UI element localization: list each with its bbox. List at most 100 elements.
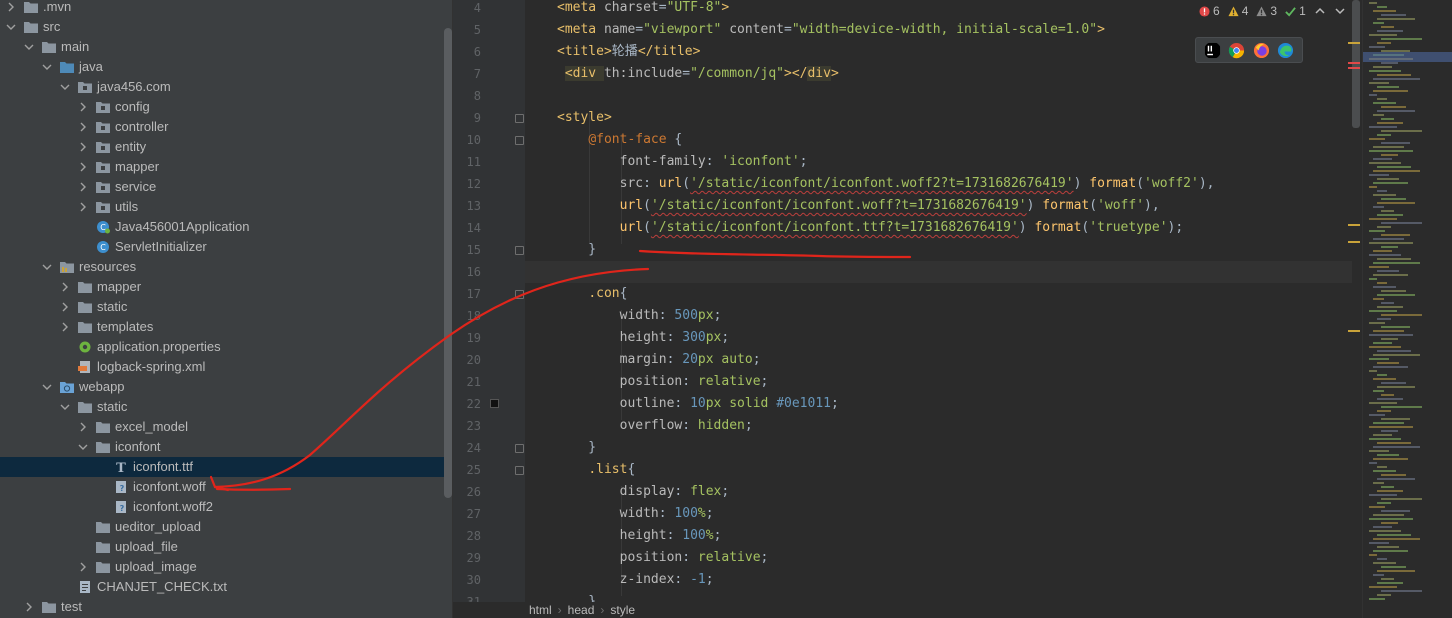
breadcrumb-item-style[interactable]: style (610, 603, 635, 617)
chrome-icon[interactable] (1228, 42, 1245, 59)
firefox-icon[interactable] (1253, 42, 1270, 59)
code-line[interactable]: .list{ (557, 459, 635, 481)
tree-item[interactable]: logback-spring.xml (0, 357, 445, 377)
chevron-right-icon[interactable] (78, 162, 88, 172)
tree-item[interactable]: java456.com (0, 77, 445, 97)
edge-icon[interactable] (1277, 42, 1294, 59)
tree-item[interactable]: config (0, 97, 445, 117)
stripe-marker[interactable] (1348, 62, 1360, 64)
tree-item[interactable]: ? iconfont.woff (0, 477, 445, 497)
tree-item[interactable]: Ticonfont.ttf (0, 457, 445, 477)
stripe-marker[interactable] (1348, 330, 1360, 332)
tree-item[interactable]: static (0, 297, 445, 317)
code-line[interactable]: url('/static/iconfont/iconfont.woff?t=17… (557, 195, 1160, 217)
code-line[interactable]: <style> (557, 107, 612, 129)
chevron-down-icon[interactable] (60, 402, 70, 412)
chevron-down-icon[interactable] (60, 82, 70, 92)
error-count[interactable]: 6 (1199, 4, 1220, 18)
code-line[interactable]: <meta name="viewport" content="width=dev… (557, 19, 1105, 41)
tree-item[interactable]: service (0, 177, 445, 197)
chevron-right-icon[interactable] (60, 282, 70, 292)
code-line[interactable]: <div th:include="/common/jq"></div> (557, 63, 839, 85)
code-line[interactable]: url('/static/iconfont/iconfont.ttf?t=173… (557, 217, 1184, 239)
chevron-down-icon[interactable] (42, 382, 52, 392)
chevron-right-icon[interactable] (6, 2, 16, 12)
code-line[interactable]: position: relative; (557, 371, 769, 393)
tree-item[interactable]: java (0, 57, 445, 77)
code-line[interactable]: margin: 20px auto; (557, 349, 761, 371)
stripe-marker[interactable] (1348, 224, 1360, 226)
tree-item[interactable]: src (0, 17, 445, 37)
tree-scrollbar[interactable] (444, 28, 452, 498)
stripe-marker[interactable] (1348, 241, 1360, 243)
chevron-down-icon[interactable] (42, 62, 52, 72)
tree-item[interactable]: excel_model (0, 417, 445, 437)
tree-item[interactable]: upload_file (0, 537, 445, 557)
tree-item[interactable]: webapp (0, 377, 445, 397)
code-line[interactable]: <meta charset="UTF-8"> (557, 0, 729, 19)
code-line[interactable]: overflow: hidden; (557, 415, 753, 437)
tree-item[interactable]: ueditor_upload (0, 517, 445, 537)
breadcrumb-item-head[interactable]: head (568, 603, 595, 617)
chevron-right-icon[interactable] (78, 102, 88, 112)
code-line[interactable]: display: flex; (557, 481, 730, 503)
tree-item[interactable]: mapper (0, 157, 445, 177)
code-line[interactable]: src: url('/static/iconfont/iconfont.woff… (557, 173, 1215, 195)
inspection-widget[interactable]: 6 4 3 1 (1199, 2, 1346, 20)
chevron-right-icon[interactable] (78, 182, 88, 192)
tree-item[interactable]: iconfont (0, 437, 445, 457)
chevron-right-icon[interactable] (78, 142, 88, 152)
tree-item[interactable]: static (0, 397, 445, 417)
tree-item[interactable]: entity (0, 137, 445, 157)
chevron-up-icon[interactable] (1314, 5, 1326, 17)
code-line[interactable]: } (557, 239, 596, 261)
chevron-down-icon[interactable] (6, 22, 16, 32)
tree-item[interactable]: application.properties (0, 337, 445, 357)
code-line[interactable]: width: 100%; (557, 503, 714, 525)
fold-marker-icon[interactable] (515, 246, 524, 255)
fold-marker-icon[interactable] (515, 136, 524, 145)
color-swatch-icon[interactable] (490, 399, 499, 408)
code-line[interactable]: position: relative; (557, 547, 769, 569)
fold-marker-icon[interactable] (515, 444, 524, 453)
tree-item[interactable]: C ServletInitializer (0, 237, 445, 257)
chevron-down-icon[interactable] (42, 262, 52, 272)
fold-marker-icon[interactable] (515, 114, 524, 123)
fold-marker-icon[interactable] (515, 290, 524, 299)
tree-item[interactable]: mapper (0, 277, 445, 297)
chevron-down-icon[interactable] (24, 42, 34, 52)
chevron-right-icon[interactable] (78, 562, 88, 572)
tree-item[interactable]: .mvn (0, 0, 445, 17)
intellij-icon[interactable] (1204, 42, 1221, 59)
fold-marker-icon[interactable] (515, 466, 524, 475)
code-line[interactable]: z-index: -1; (557, 569, 714, 591)
chevron-right-icon[interactable] (78, 202, 88, 212)
weak-warning-count[interactable]: 3 (1256, 4, 1277, 18)
code-editor[interactable]: 4 5 6 7 8 9 10 11 12 13 14 15 16 17 18 19 20 21 22 23 24 25 26… (453, 0, 1362, 618)
stripe-marker[interactable] (1348, 42, 1360, 44)
code-line[interactable]: <title>轮播</title> (557, 41, 700, 63)
code-line[interactable]: font-family: 'iconfont'; (557, 151, 808, 173)
warning-count[interactable]: 4 (1228, 4, 1248, 18)
tree-item[interactable]: CHANJET_CHECK.txt (0, 577, 445, 597)
chevron-down-icon[interactable] (78, 442, 88, 452)
chevron-right-icon[interactable] (24, 602, 34, 612)
code-line[interactable]: height: 300px; (557, 327, 730, 349)
stripe-marker[interactable] (1348, 67, 1360, 69)
code-minimap[interactable] (1362, 0, 1452, 618)
tree-item[interactable]: templates (0, 317, 445, 337)
typo-count[interactable]: 1 (1285, 4, 1306, 18)
tree-item[interactable]: utils (0, 197, 445, 217)
tree-item[interactable]: controller (0, 117, 445, 137)
tree-item[interactable]: test (0, 597, 445, 617)
chevron-right-icon[interactable] (78, 122, 88, 132)
code-line[interactable]: outline: 10px solid #0e1011; (557, 393, 839, 415)
code-line[interactable]: height: 100%; (557, 525, 722, 547)
code-line[interactable]: width: 500px; (557, 305, 722, 327)
code-line[interactable]: @font-face { (557, 129, 682, 151)
breadcrumb-item-html[interactable]: html (529, 603, 552, 617)
error-stripe[interactable] (1344, 0, 1362, 618)
tree-item[interactable]: upload_image (0, 557, 445, 577)
chevron-right-icon[interactable] (60, 302, 70, 312)
tree-item[interactable]: resources (0, 257, 445, 277)
